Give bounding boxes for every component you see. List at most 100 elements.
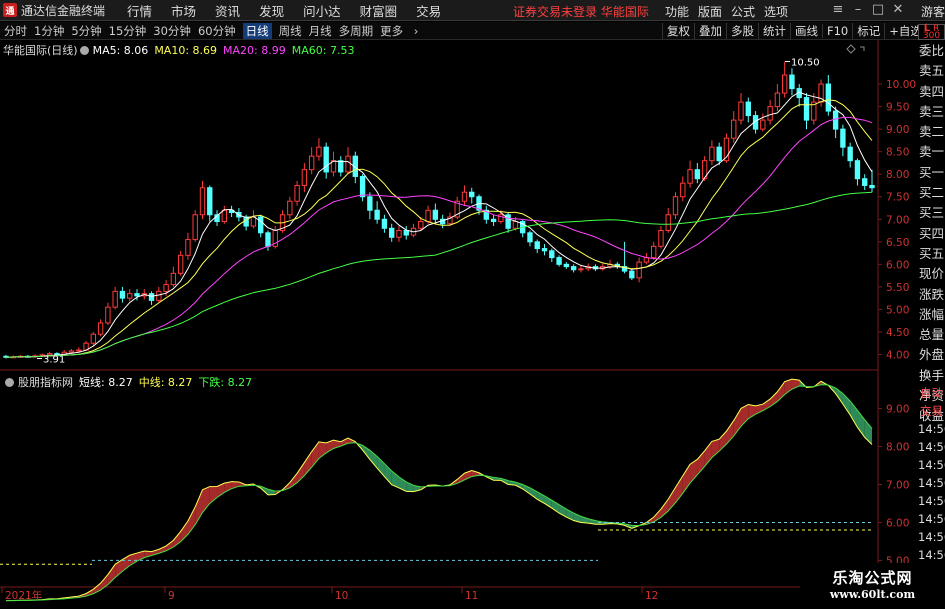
ma-legend: MA5: 8.06 MA10: 8.69 MA20: 8.99 MA60: 7.53: [93, 44, 361, 57]
sub-legend-item-0: 短线: 8.27: [79, 376, 133, 389]
candle-body: [250, 216, 257, 227]
tab-15min[interactable]: 15分钟: [109, 23, 147, 39]
sidebar-row[interactable]: 卖五: [918, 61, 945, 81]
sidebar-row[interactable]: 卖四: [918, 82, 945, 102]
stock-label[interactable]: 华能国际(日线): [3, 42, 78, 58]
tab-5min[interactable]: 5分钟: [71, 23, 101, 39]
candle-body: [825, 83, 832, 112]
trade-sidebar-row[interactable]: 14:56: [918, 528, 945, 546]
candle-body: [767, 106, 773, 121]
menu-item-discover[interactable]: 发现: [259, 1, 284, 20]
tab-more[interactable]: 更多 ›: [380, 23, 425, 39]
x-tick-label: 10: [335, 590, 348, 602]
guest-label[interactable]: 游客: [921, 3, 945, 20]
sub-legend: 短线: 8.27 中线: 8.27 下跌: 8.27: [79, 374, 258, 390]
sidebar-row[interactable]: 总量: [918, 325, 945, 345]
multi-stock-button[interactable]: 多股: [726, 23, 758, 39]
candle-body: [781, 74, 788, 94]
sub-settings-dot-icon[interactable]: [5, 377, 14, 387]
sidebar-row[interactable]: 外盘: [918, 345, 945, 365]
overlay-button[interactable]: 叠加: [694, 23, 726, 39]
lr-badge[interactable]: L R 300: [918, 24, 945, 41]
trade-sidebar-row[interactable]: 14:56: [918, 492, 945, 510]
y-tick-label: 5.50: [886, 282, 909, 294]
menu-icon[interactable]: ≡: [828, 1, 848, 19]
tab-intraday[interactable]: 分时: [4, 23, 27, 39]
sub-y-tick-label: 6.00: [886, 517, 909, 529]
menu-item-news[interactable]: 资讯: [215, 1, 240, 20]
tab-weekly[interactable]: 周线: [279, 23, 302, 39]
candle-body: [221, 209, 228, 223]
candle-body: [709, 146, 715, 162]
candle-body: [323, 146, 329, 173]
sidebar-row[interactable]: 买二: [918, 183, 945, 203]
maximize-icon[interactable]: □: [868, 1, 888, 19]
menu-item-functions[interactable]: 功能: [665, 3, 689, 20]
trade-sidebar-row[interactable]: 14:56: [918, 546, 945, 564]
candle-body: [680, 182, 686, 198]
mark-button[interactable]: 标记: [852, 23, 884, 39]
menu-item-trade[interactable]: 交易: [416, 1, 441, 20]
candle-body: [396, 230, 402, 238]
tab-daily[interactable]: 日线: [242, 22, 272, 39]
trade-sidebar-row[interactable]: 自动: [918, 384, 945, 402]
menu-item-layout[interactable]: 版面: [698, 3, 722, 20]
trade-sidebar-row[interactable]: 14:56: [918, 474, 945, 492]
sidebar-row[interactable]: 买一: [918, 163, 945, 183]
kline-chart[interactable]: 10.50 3.91 4.00 4.50 5.00 5.50 6.00 6.50 7.00 7.…: [0, 40, 918, 609]
y-tick-label: 6.00: [886, 259, 909, 271]
trade-sidebar-row[interactable]: 交易: [918, 402, 945, 420]
indicator-name[interactable]: 股朋指标网: [18, 374, 73, 390]
candle-body: [345, 155, 351, 173]
candle-body: [432, 209, 439, 220]
trade-sidebar: 自动交易14:5614:5614:5614:5614:5614:5614:561…: [918, 384, 945, 564]
f10-button[interactable]: F10: [822, 24, 852, 38]
sidebar-row[interactable]: 委比: [918, 41, 945, 61]
x-tick-label: 9: [168, 590, 175, 602]
menu-item-options[interactable]: 选项: [764, 3, 788, 20]
adjust-button[interactable]: 复权: [662, 23, 694, 39]
tab-monthly[interactable]: 月线: [309, 23, 332, 39]
close-icon[interactable]: ✕: [888, 1, 908, 19]
candle-body: [90, 333, 97, 344]
sidebar-row[interactable]: 卖二: [918, 122, 945, 142]
settings-dot-icon[interactable]: [79, 45, 89, 55]
menu-item-market[interactable]: 市场: [171, 1, 196, 20]
trade-sidebar-row[interactable]: 14:56: [918, 420, 945, 438]
candle-body: [658, 230, 664, 247]
candle-body: [803, 97, 810, 121]
candle-body: [148, 293, 155, 301]
sidebar-row[interactable]: 现价: [918, 264, 945, 284]
tab-1min[interactable]: 1分钟: [34, 23, 64, 39]
draw-line-button[interactable]: 画线: [790, 23, 822, 39]
candle-body: [541, 248, 548, 252]
sidebar-row[interactable]: 涨幅: [918, 305, 945, 325]
menu-bar: 通 通达信金融终端 行情 市场 资讯 发现 问小达 财富圈 交易 证券交易未登录…: [0, 0, 945, 21]
sidebar-row[interactable]: 涨跌: [918, 285, 945, 305]
statistics-button[interactable]: 统计: [758, 23, 790, 39]
sidebar-row[interactable]: 买四: [918, 224, 945, 244]
tab-multi-period[interactable]: 多周期: [339, 23, 374, 39]
trade-sidebar-row[interactable]: 14:56: [918, 456, 945, 474]
minimize-icon[interactable]: –: [848, 1, 868, 19]
sidebar-row[interactable]: 买五: [918, 244, 945, 264]
right-menu: 功能 版面 公式 选项: [665, 3, 797, 20]
sidebar-row[interactable]: 卖一: [918, 142, 945, 162]
ma-legend-item-0: MA5: 8.06: [92, 43, 149, 57]
trade-sidebar-row[interactable]: 14:56: [918, 438, 945, 456]
sidebar-row[interactable]: 买三: [918, 203, 945, 223]
period-tabs: 分时 1分钟 5分钟 15分钟 30分钟 60分钟 日线 周线 月线 多周期 更…: [4, 22, 432, 39]
menu-item-formula[interactable]: 公式: [731, 3, 755, 20]
menu-item-ask[interactable]: 问小达: [303, 1, 341, 20]
sidebar-row[interactable]: 换手: [918, 366, 945, 386]
sidebar-row[interactable]: 卖三: [918, 102, 945, 122]
trade-sidebar-row[interactable]: 14:56: [918, 510, 945, 528]
login-notice[interactable]: 证券交易未登录 华能国际: [513, 3, 649, 20]
ma10-line: [5, 99, 873, 358]
menu-item-wealth[interactable]: 财富圈: [360, 1, 398, 20]
tab-60min[interactable]: 60分钟: [198, 23, 236, 39]
expand-icon[interactable]: [846, 44, 866, 54]
candle-body: [563, 263, 570, 268]
tab-30min[interactable]: 30分钟: [153, 23, 191, 39]
menu-item-quotes[interactable]: 行情: [127, 1, 152, 20]
